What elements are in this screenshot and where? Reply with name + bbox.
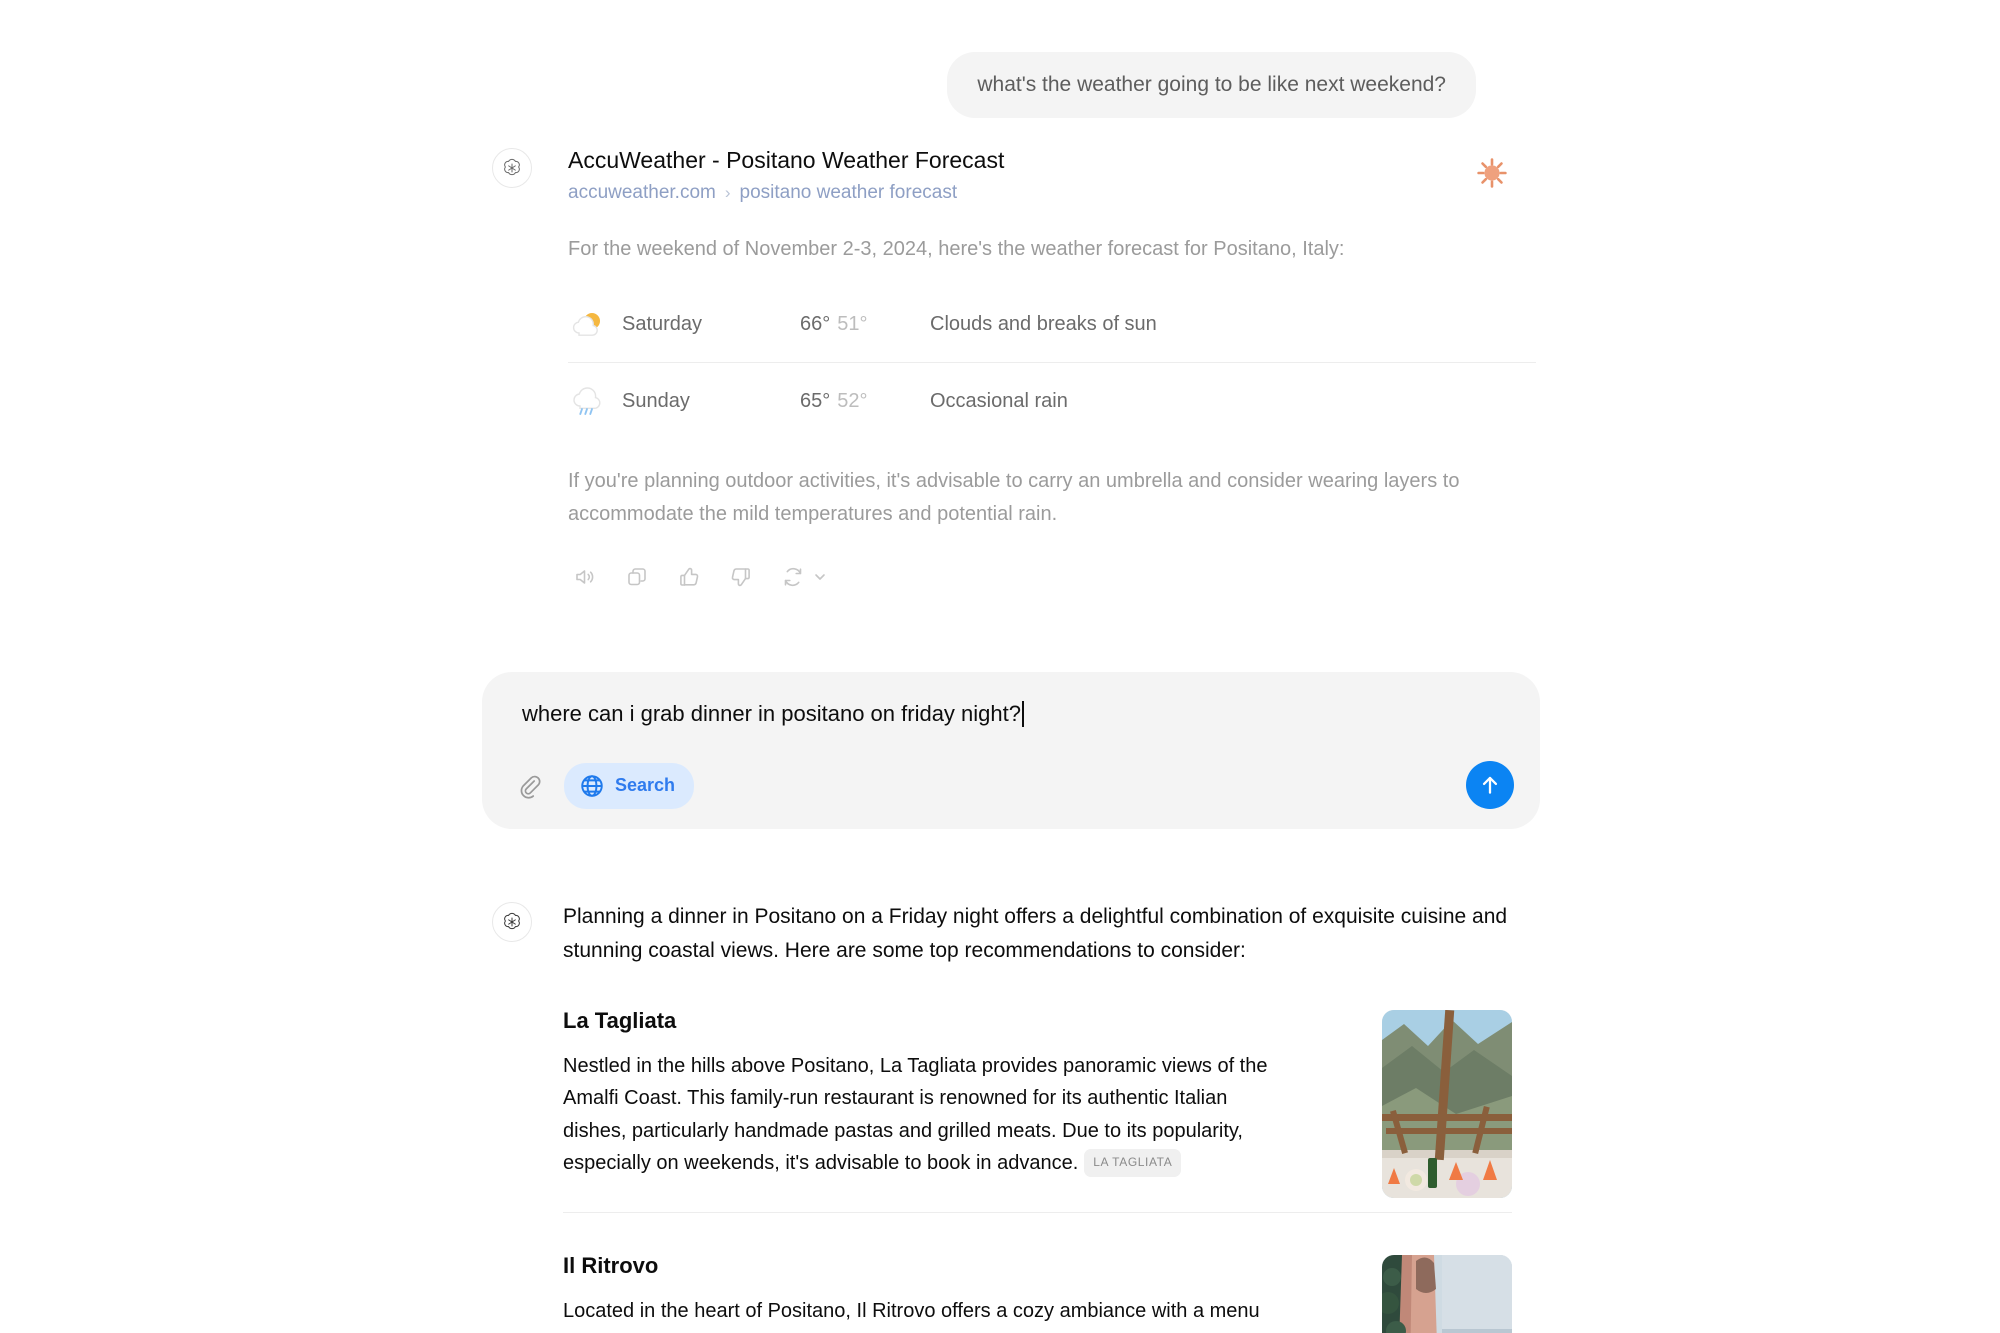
cloud-rain-icon xyxy=(568,381,622,421)
citation-chip[interactable]: LA TAGLIATA xyxy=(1084,1149,1182,1177)
list-item: Il Ritrovo Located in the heart of Posit… xyxy=(563,1253,1512,1333)
composer-toolbar: Search xyxy=(508,760,1514,809)
sun-icon xyxy=(1475,156,1509,190)
forecast-temps: 66° 51° xyxy=(800,313,930,336)
forecast-description: Clouds and breaks of sun xyxy=(930,313,1157,336)
user-message-bubble: what's the weather going to be like next… xyxy=(947,52,1476,119)
restaurant-description: Located in the heart of Positano, Il Rit… xyxy=(563,1299,1260,1322)
forecast-high: 66° xyxy=(800,313,831,336)
message-action-row xyxy=(568,560,1500,594)
restaurant-description-wrap: Nestled in the hills above Positano, La … xyxy=(563,1050,1272,1180)
assistant-dinner-message: Planning a dinner in Positano on a Frida… xyxy=(492,900,1512,1333)
read-aloud-button[interactable] xyxy=(568,560,602,594)
breadcrumb[interactable]: accuweather.com › positano weather forec… xyxy=(568,182,1500,204)
chatgpt-logo-icon xyxy=(492,902,532,942)
globe-icon xyxy=(581,774,603,797)
thumbs-down-button[interactable] xyxy=(724,560,758,594)
chevron-right-icon: › xyxy=(724,183,731,203)
text-caret xyxy=(1022,701,1024,728)
sun-behind-cloud-icon xyxy=(568,305,622,345)
forecast-high: 65° xyxy=(800,389,831,412)
message-composer[interactable]: where can i grab dinner in positano on f… xyxy=(482,672,1540,829)
forecast-low: 51° xyxy=(837,313,868,336)
restaurant-name: La Tagliata xyxy=(563,1008,677,1034)
restaurant-thumbnail[interactable] xyxy=(1382,1254,1512,1333)
weather-source-card[interactable]: AccuWeather - Positano Weather Forecast … xyxy=(497,146,1507,204)
composer-text-row[interactable]: where can i grab dinner in positano on f… xyxy=(508,698,1514,729)
source-title[interactable]: AccuWeather - Positano Weather Forecast xyxy=(568,146,1500,175)
search-input[interactable]: where can i grab dinner in positano on f… xyxy=(522,700,1021,729)
forecast-temps: 65° 52° xyxy=(800,390,930,413)
forecast-low: 52° xyxy=(837,389,868,412)
forecast-day: Saturday xyxy=(622,313,703,336)
user-message-row: what's the weather going to be like next… xyxy=(0,0,2000,119)
answer-intro-text: Planning a dinner in Positano on a Frida… xyxy=(563,905,1508,963)
weather-intro-text: For the weekend of November 2-3, 2024, h… xyxy=(568,238,1345,261)
table-row: Sunday 65° 52° Occasional rain xyxy=(568,363,1536,439)
restaurant-thumbnail[interactable] xyxy=(1382,1010,1512,1199)
chatgpt-conversation-page: what's the weather going to be like next… xyxy=(0,0,2000,1333)
paperclip-icon[interactable] xyxy=(508,765,550,807)
chevron-down-icon[interactable] xyxy=(812,569,828,585)
table-row: Saturday 66° 51° Clouds and breaks of sun xyxy=(568,287,1536,364)
search-toggle-button[interactable]: Search xyxy=(564,762,695,809)
restaurant-name: Il Ritrovo xyxy=(563,1252,659,1278)
restaurant-description-wrap: Located in the heart of Positano, Il Rit… xyxy=(563,1295,1272,1327)
weather-forecast-table: Saturday 66° 51° Clouds and breaks of sun xyxy=(568,287,1536,439)
thumbs-up-button[interactable] xyxy=(672,560,706,594)
breadcrumb-domain[interactable]: accuweather.com xyxy=(568,182,716,204)
forecast-description: Occasional rain xyxy=(930,389,1068,412)
regenerate-button[interactable] xyxy=(776,560,810,594)
forecast-day: Sunday xyxy=(622,389,690,412)
send-button[interactable] xyxy=(1466,760,1514,809)
arrow-up-icon xyxy=(1482,776,1498,794)
list-item: La Tagliata Nestled in the hills above P… xyxy=(563,1008,1512,1213)
breadcrumb-path[interactable]: positano weather forecast xyxy=(740,182,958,204)
assistant-weather-message: AccuWeather - Positano Weather Forecast … xyxy=(0,146,2000,594)
copy-button[interactable] xyxy=(620,560,654,594)
weather-advice-text: If you're planning outdoor activities, i… xyxy=(568,470,1460,525)
search-toggle-label: Search xyxy=(615,775,676,796)
regenerate-group[interactable] xyxy=(776,560,828,594)
